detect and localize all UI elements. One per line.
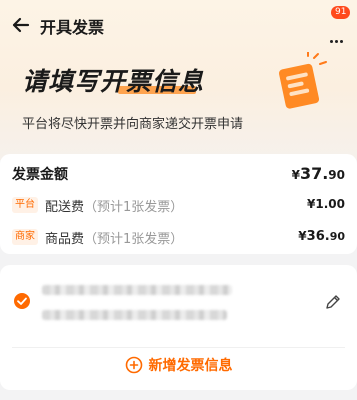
plus-circle-icon bbox=[125, 356, 142, 374]
redacted-tax-id bbox=[42, 310, 227, 320]
invoice-amount-label: 发票金额 bbox=[12, 167, 68, 183]
divider bbox=[12, 347, 345, 348]
currency-symbol: ¥ bbox=[291, 168, 300, 182]
invoice-illustration-icon bbox=[278, 52, 327, 109]
amount-integer: 37. bbox=[299, 164, 329, 183]
back-button[interactable] bbox=[10, 14, 32, 36]
fee-amount: 1.00 bbox=[315, 197, 345, 211]
add-invoice-info-label: 新增发票信息 bbox=[148, 358, 233, 374]
redacted-invoice-title bbox=[42, 285, 232, 295]
top-bar: 开具发票 91 bbox=[0, 0, 357, 50]
fee-row-delivery: 平台 配送费（预计1张发票） ¥1.00 bbox=[12, 196, 345, 216]
fee-value: ¥36.90 bbox=[298, 229, 345, 244]
fee-name: 商品费 bbox=[45, 232, 85, 247]
fee-amount-decimal: 90 bbox=[329, 230, 345, 243]
invoice-amount-total: ¥37.90 bbox=[292, 164, 345, 183]
add-invoice-info-button[interactable]: 新增发票信息 bbox=[0, 351, 357, 381]
notification-badge: 91 bbox=[331, 6, 351, 19]
fee-note: （预计1张发票） bbox=[84, 200, 184, 215]
hero-headline: 请填写开票信息 bbox=[22, 67, 205, 96]
arrow-left-icon bbox=[12, 17, 30, 33]
amount-decimal: 90 bbox=[328, 168, 345, 182]
fee-note: （预计1张发票） bbox=[84, 232, 184, 247]
currency-symbol: ¥ bbox=[298, 229, 307, 243]
fee-row-label: 商品费（预计1张发票） bbox=[45, 228, 183, 247]
checkmark-icon bbox=[17, 297, 27, 305]
fee-value: ¥1.00 bbox=[307, 197, 345, 211]
invoice-info-card: 新增发票信息 bbox=[0, 265, 357, 390]
selected-checkbox[interactable] bbox=[14, 293, 30, 309]
merchant-tag: 商家 bbox=[12, 229, 38, 245]
page-title: 开具发票 bbox=[40, 18, 105, 37]
pencil-icon bbox=[326, 295, 340, 309]
hero-subtitle: 平台将尽快开票并向商家递交开票申请 bbox=[22, 117, 244, 132]
add-invoice-info-content: 新增发票信息 bbox=[125, 355, 233, 375]
invoice-amount-card: 发票金额 ¥37.90 平台 配送费（预计1张发票） ¥1.00 商家 商品费（… bbox=[0, 154, 357, 254]
fee-name: 配送费 bbox=[45, 200, 85, 215]
fee-row-label: 配送费（预计1张发票） bbox=[45, 196, 183, 215]
fee-row-goods: 商家 商品费（预计1张发票） ¥36.90 bbox=[12, 228, 345, 248]
more-dots-icon bbox=[330, 28, 345, 47]
fee-amount-integer: 36. bbox=[306, 229, 330, 244]
edit-button[interactable] bbox=[324, 293, 342, 311]
platform-tag: 平台 bbox=[12, 197, 38, 213]
